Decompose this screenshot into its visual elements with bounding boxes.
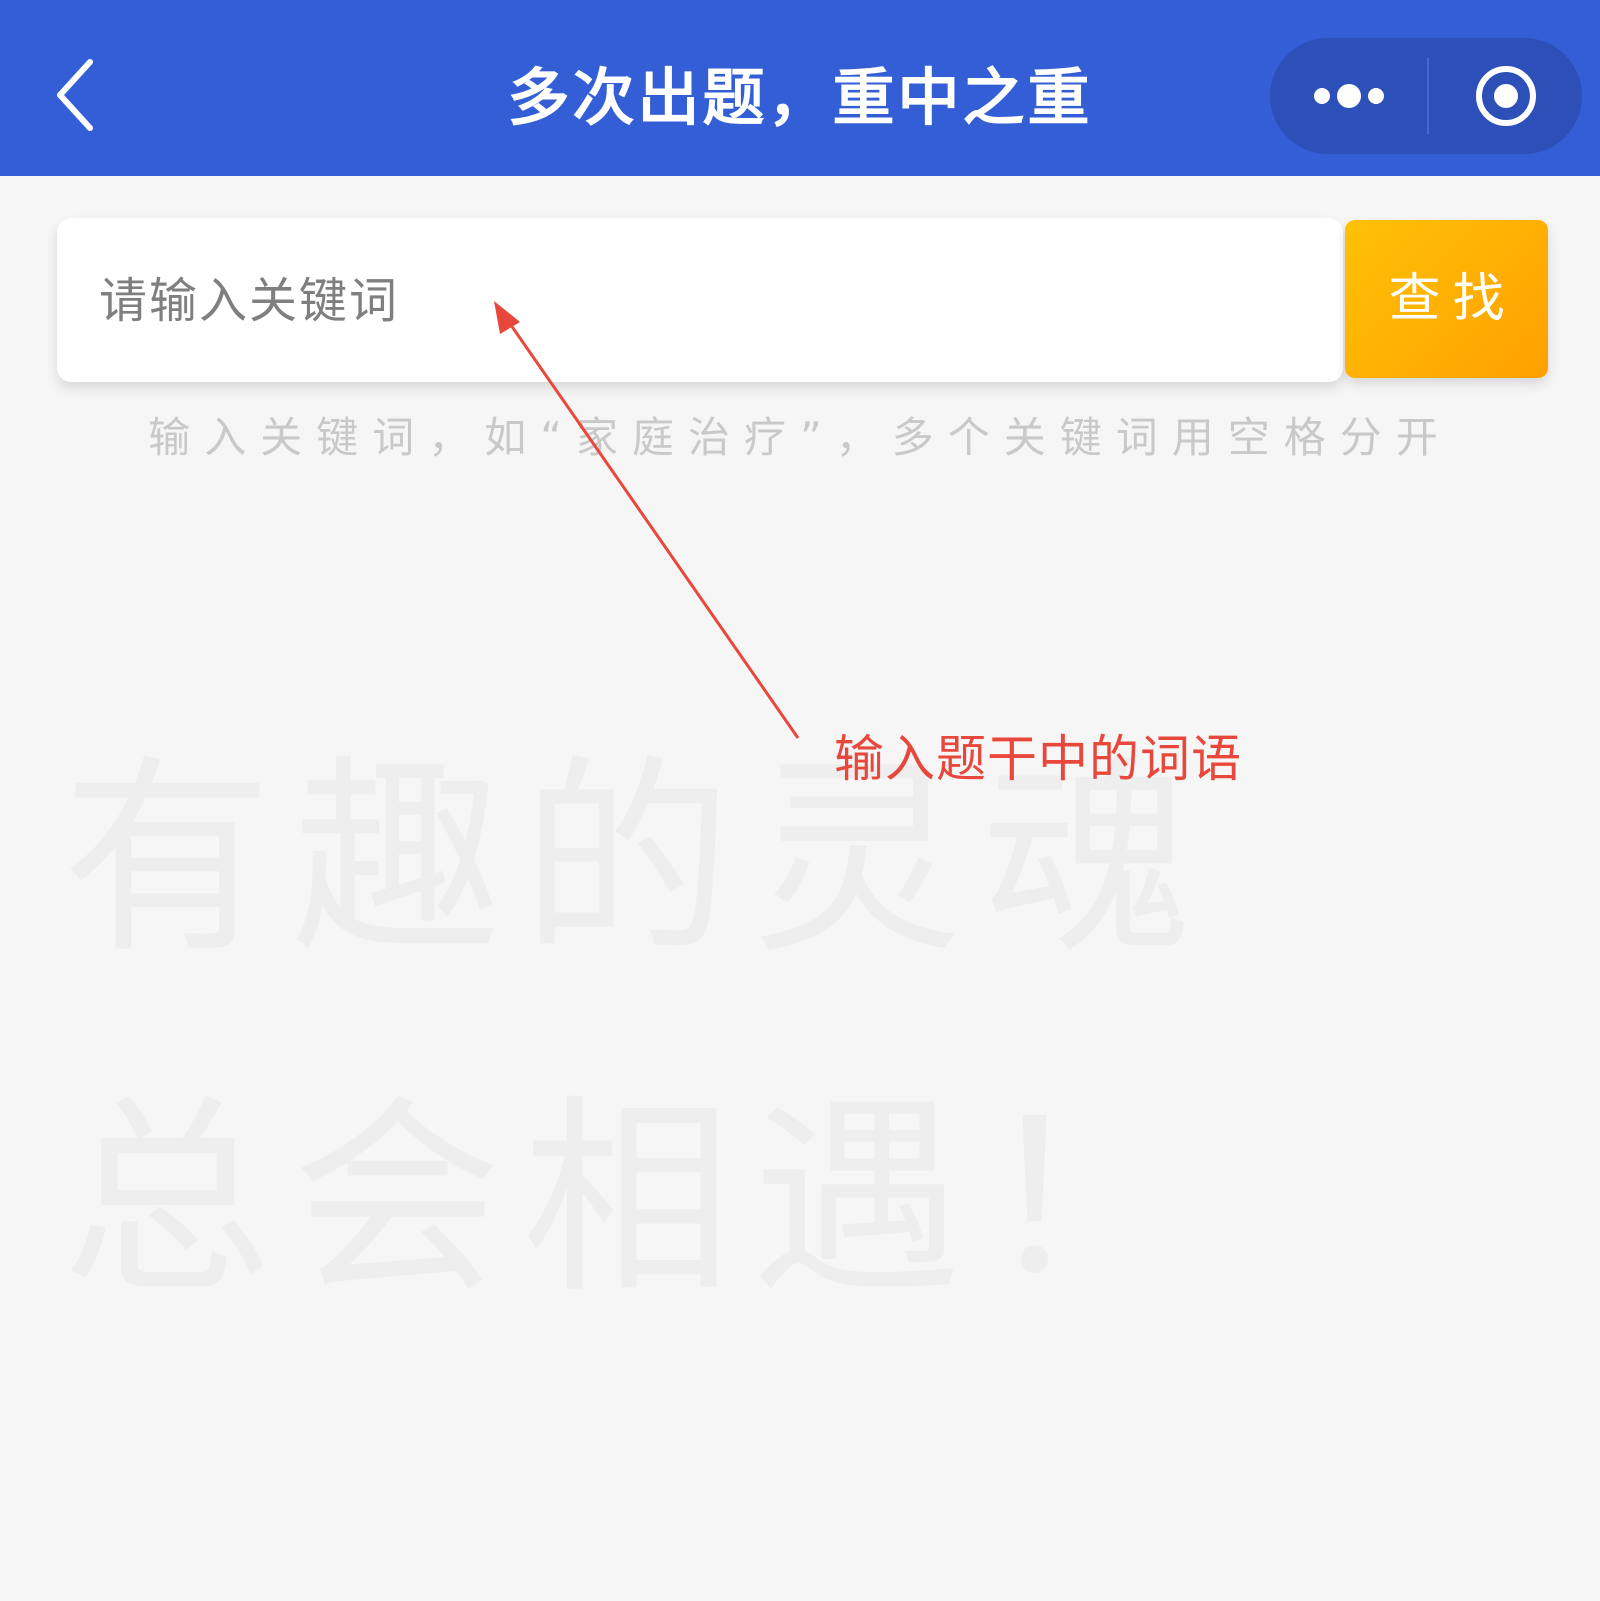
search-hint: 输入关键词，如“家庭治疗”，多个关键词用空格分开 — [148, 413, 1452, 462]
more-dots-icon — [1314, 84, 1384, 108]
page: 多次出题，重中之重 查找 输入关键词，如“家庭治疗”，多个关键词用空格分开 — [0, 0, 1600, 1601]
target-circle-icon — [1476, 66, 1536, 126]
search-input[interactable] — [97, 258, 1301, 344]
mini-program-capsule — [1270, 38, 1582, 154]
more-button[interactable] — [1290, 56, 1410, 136]
search-box — [57, 218, 1343, 382]
search-button[interactable]: 查找 — [1345, 220, 1548, 378]
capsule-divider — [1427, 58, 1429, 134]
annotation-label: 输入题干中的词语 — [834, 730, 1242, 788]
close-mini-program-button[interactable] — [1446, 56, 1566, 136]
navigation-bar: 多次出题，重中之重 — [0, 0, 1600, 176]
